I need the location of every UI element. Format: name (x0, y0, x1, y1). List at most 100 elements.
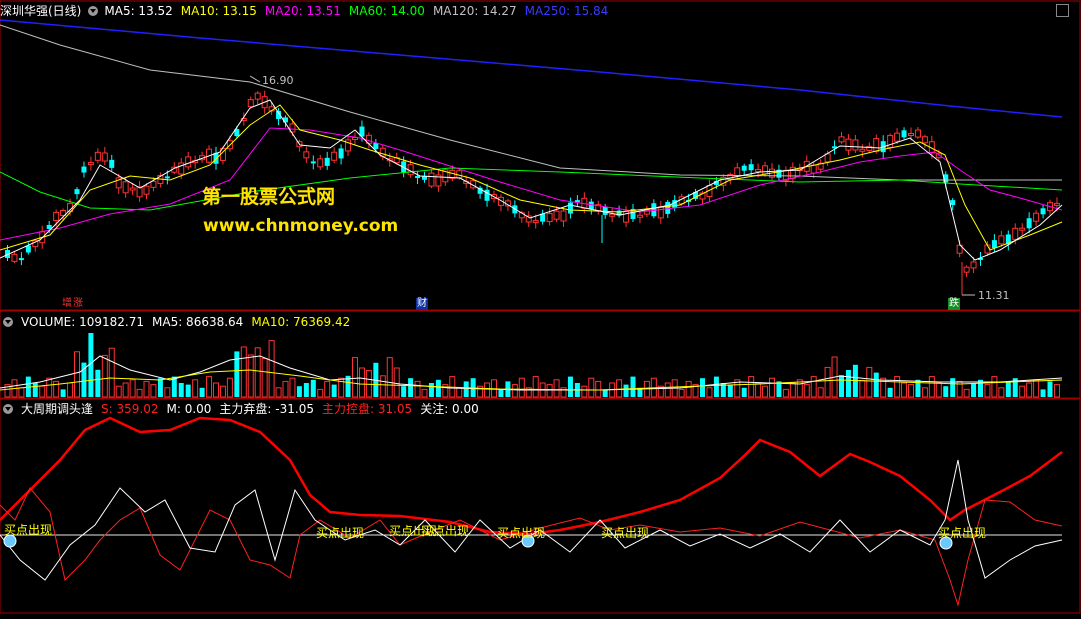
buy-signal-label: 买点出现 (938, 526, 987, 540)
volume-bar (1040, 389, 1046, 397)
candle-body (87, 162, 94, 166)
dropdown-icon[interactable] (3, 404, 13, 414)
volume-bar (282, 380, 289, 398)
watermark-url: www.chnmoney.com (203, 216, 399, 236)
volume-ma10-label: MA10: 76369.42 (251, 315, 351, 329)
event-label-cai[interactable]: 财 (416, 298, 428, 310)
volume-bar (428, 383, 434, 397)
event-label-die[interactable]: 跌 (948, 298, 960, 310)
volume-bar (157, 378, 163, 397)
candle-body (109, 159, 115, 168)
candle-body (1033, 212, 1040, 222)
volume-bar (358, 367, 365, 398)
volume-panel-header: VOLUME: 109182.71 MA5: 86638.64 MA10: 7636… (0, 314, 358, 330)
volume-bar (928, 376, 935, 398)
dropdown-icon[interactable] (88, 6, 99, 16)
candle-body (1040, 208, 1046, 215)
volume-bar (192, 379, 199, 398)
candle-body (950, 200, 956, 206)
volume-bar (839, 375, 844, 397)
volume-bar (463, 381, 469, 397)
volume-bar (866, 366, 873, 398)
volume-bar (553, 379, 560, 398)
candle-body (553, 210, 560, 220)
ma60-label: MA60: 14.00 (348, 4, 425, 18)
ma20-line (0, 127, 1063, 241)
volume-bar (748, 376, 755, 398)
indicator-control: 主力控盘: 31.05 (321, 402, 413, 416)
volume-bar (143, 380, 150, 398)
candle-body (46, 224, 52, 229)
volume-bar (1019, 385, 1026, 398)
dropdown-icon[interactable] (3, 317, 13, 327)
candle-body (623, 210, 630, 223)
volume-bar (532, 376, 539, 398)
candle-body (991, 240, 997, 249)
candle-body (873, 138, 880, 153)
indicator-s: S: 359.02 (101, 402, 159, 416)
volume-bar (1005, 381, 1011, 397)
indicator-panel-header: 大周期调头逢 S: 359.02 M: 0.00 主力弃盘: -31.05 主力控盘: … (0, 401, 487, 417)
ma60-line (0, 167, 1063, 211)
candle-body (11, 253, 18, 262)
candle-body (914, 129, 921, 138)
close-panel-icon[interactable] (1056, 4, 1069, 17)
volume-bar (602, 389, 608, 397)
volume-bar (887, 387, 893, 397)
volume-bar (60, 389, 66, 397)
volume-label: VOLUME: 109182.71 (21, 315, 144, 329)
volume-bar (678, 388, 685, 398)
high-price-label: 16.90 (262, 74, 294, 87)
volume-bar (67, 382, 74, 398)
volume-bar (824, 366, 831, 398)
event-label-zhang[interactable]: 涨 (73, 298, 83, 310)
volume-bar (317, 388, 324, 398)
candle-body (81, 166, 87, 173)
volume-bar (122, 382, 129, 398)
volume-bar (700, 378, 705, 397)
volume-bar (588, 377, 595, 398)
s-line (0, 416, 1063, 536)
low-price-label: 11.31 (978, 289, 1010, 302)
candle-body (310, 161, 316, 164)
candle-body (574, 200, 580, 203)
buy-signal-label: 买点出现 (601, 526, 650, 540)
volume-bar (108, 347, 115, 398)
volume-bar (616, 379, 623, 398)
volume-bar (129, 379, 136, 398)
volume-bar (352, 357, 358, 398)
candle-body (373, 143, 379, 150)
volume-bar (1033, 379, 1040, 398)
volume-bar (511, 384, 518, 398)
indicator-m: M: 0.00 (166, 402, 212, 416)
volume-bar (393, 367, 400, 398)
volume-bar (762, 385, 769, 398)
volume-bar (185, 384, 191, 397)
volume-ma5-label: MA5: 86638.64 (152, 315, 244, 329)
candle-body (247, 99, 254, 108)
volume-bar (178, 383, 184, 397)
event-label-zeng[interactable]: 增 (62, 298, 72, 310)
chart-canvas[interactable] (0, 0, 1081, 615)
volume-bar (859, 379, 866, 398)
ma120-line (0, 24, 1062, 181)
volume-bar (1026, 382, 1033, 398)
volume-bar (581, 385, 588, 398)
candle-body (908, 133, 914, 136)
volume-bar (456, 387, 463, 398)
chart-window[interactable]: 深圳华强(日线) MA5: 13.52 MA10: 13.15 MA20: 13.51… (0, 0, 1081, 615)
candle-body (762, 165, 769, 175)
buy-signal-label: 买点出现 (4, 523, 53, 537)
volume-bar (226, 377, 233, 398)
volume-bar (755, 382, 762, 398)
volume-bar (963, 388, 970, 398)
candle-body (665, 201, 671, 214)
volume-bar (234, 351, 240, 397)
candle-body (317, 158, 324, 168)
volume-bar (310, 379, 316, 397)
volume-bar (845, 370, 851, 397)
volume-bar (414, 380, 421, 398)
buy-signal-label: 买点出现 (497, 526, 546, 540)
volume-bar (935, 382, 942, 398)
volume-bar (769, 377, 775, 398)
